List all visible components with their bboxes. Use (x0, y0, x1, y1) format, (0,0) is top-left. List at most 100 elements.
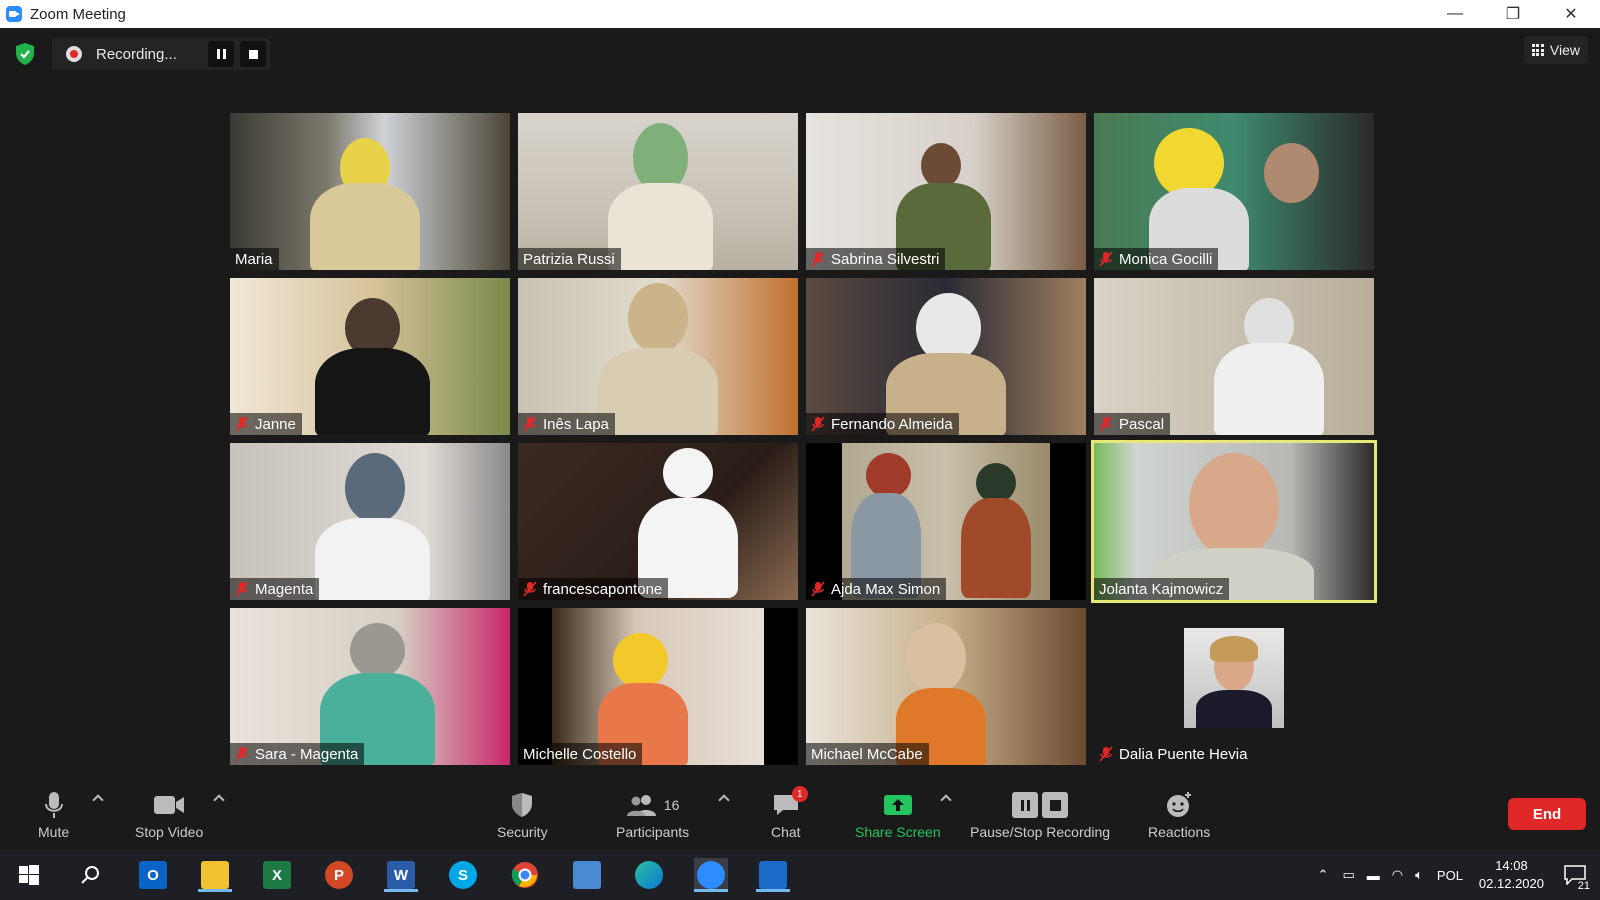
excel-icon[interactable]: X (260, 858, 294, 892)
minimize-button[interactable]: — (1426, 0, 1484, 28)
video-tile[interactable]: Dalia Puente Hevia (1094, 608, 1374, 765)
end-meeting-button[interactable]: End (1508, 798, 1586, 830)
windows-start-icon[interactable] (12, 858, 46, 892)
mute-options-caret[interactable] (92, 794, 104, 806)
volume-icon[interactable]: 🔈︎ (1415, 867, 1423, 883)
zoom-taskbar-icon[interactable] (694, 858, 728, 892)
battery-icon[interactable]: ▬ (1367, 868, 1380, 883)
muted-mic-icon (235, 416, 249, 432)
video-tile[interactable]: francescapontone (518, 443, 798, 600)
share-options-caret[interactable] (940, 794, 952, 806)
security-label: Security (497, 824, 548, 840)
participant-name: Janne (230, 413, 302, 435)
reactions-label: Reactions (1148, 824, 1211, 840)
participants-options-caret[interactable] (718, 794, 730, 806)
avatar (1184, 628, 1284, 728)
media-player-icon[interactable] (756, 858, 790, 892)
language-indicator[interactable]: POL (1437, 868, 1463, 883)
pause-icon (216, 49, 226, 59)
notifications-icon[interactable]: 21 (1558, 858, 1592, 892)
clock[interactable]: 14:08 02.12.2020 (1479, 857, 1544, 893)
chat-label: Chat (771, 824, 801, 840)
file-explorer-icon[interactable] (198, 858, 232, 892)
muted-mic-icon (235, 746, 249, 762)
chat-button[interactable]: 1 Chat (771, 786, 808, 840)
video-tile[interactable]: Maria (230, 113, 510, 270)
participant-name: Monica Gocilli (1094, 248, 1219, 270)
shield-icon[interactable] (14, 42, 36, 66)
window-title-bar: Zoom Meeting — ❐ ✕ (0, 0, 1600, 28)
tray-chevron-icon[interactable]: ⌃ (1318, 867, 1329, 883)
participant-name: Dalia Puente Hevia (1094, 743, 1253, 765)
view-label: View (1549, 42, 1580, 58)
clock-date: 02.12.2020 (1478, 876, 1544, 891)
video-tile[interactable]: Monica Gocilli (1094, 113, 1374, 270)
stop-video-button[interactable]: Stop Video (135, 790, 203, 840)
participant-name: Maria (230, 248, 279, 270)
recording-indicator: Recording... (52, 38, 270, 70)
participant-name: Michelle Costello (518, 743, 643, 765)
video-tile[interactable]: Patrizia Russi (518, 113, 798, 270)
skype-icon[interactable]: S (446, 858, 480, 892)
search-icon[interactable] (74, 858, 108, 892)
outlook-icon[interactable]: O (136, 858, 170, 892)
clock-time: 14:08 (1495, 858, 1528, 873)
participant-name: Pascal (1094, 413, 1171, 435)
video-tile[interactable]: Inês Lapa (518, 278, 798, 435)
participant-name: Fernando Almeida (806, 413, 959, 435)
muted-mic-icon (1099, 746, 1113, 762)
participants-count: 16 (663, 797, 680, 813)
video-tile[interactable]: Magenta (230, 443, 510, 600)
wifi-icon[interactable]: ◠ (1392, 867, 1403, 883)
system-tray: ⌃ ▭ ▬ ◠ 🔈︎ POL 14:08 02.12.2020 21 (1318, 850, 1600, 900)
video-tile[interactable]: Ajda Max Simon (806, 443, 1086, 600)
share-screen-button[interactable]: Share Screen (855, 790, 941, 840)
mute-button[interactable]: Mute (38, 790, 69, 840)
participants-icon (626, 795, 656, 816)
record-dot-icon (66, 46, 82, 62)
window-title: Zoom Meeting (30, 5, 126, 23)
video-tile[interactable]: Michelle Costello (518, 608, 798, 765)
grid-icon (1531, 44, 1544, 56)
meeting-area: Recording... View Maria Patrizia Russi S… (0, 28, 1600, 850)
meeting-toolbar: Mute Stop Video Security 16 Participants… (0, 782, 1600, 850)
pause-icon (1012, 792, 1039, 818)
participant-name: Sabrina Silvestri (806, 248, 946, 270)
muted-mic-icon (811, 581, 825, 597)
stop-recording-button[interactable] (240, 41, 266, 67)
video-tile[interactable]: Sara - Magenta (230, 608, 510, 765)
video-tile[interactable]: Janne (230, 278, 510, 435)
video-tile[interactable]: Fernando Almeida (806, 278, 1086, 435)
reactions-button[interactable]: Reactions (1148, 790, 1210, 840)
participants-button[interactable]: 16 Participants (616, 790, 689, 840)
video-tile[interactable]: Sabrina Silvestri (806, 113, 1086, 270)
powerpoint-icon[interactable]: P (322, 858, 356, 892)
participant-name: francescapontone (518, 578, 669, 600)
pause-stop-recording-button[interactable]: Pause/Stop Recording (970, 790, 1110, 840)
word-icon[interactable]: W (384, 858, 418, 892)
restore-button[interactable]: ❐ (1484, 0, 1542, 28)
muted-mic-icon (811, 416, 825, 432)
muted-mic-icon (1099, 251, 1113, 267)
meet-now-icon[interactable]: ▭ (1342, 867, 1354, 883)
muted-mic-icon (235, 581, 249, 597)
video-tile[interactable]: Michael McCabe (806, 608, 1086, 765)
video-tile[interactable]: Pascal (1094, 278, 1374, 435)
remote-desktop-icon[interactable] (570, 858, 604, 892)
recording-label: Recording... (96, 45, 177, 63)
active-speaker-tile[interactable]: Jolanta Kajmowicz (1091, 440, 1377, 603)
pause-recording-button[interactable] (208, 41, 234, 67)
view-button[interactable]: View (1523, 36, 1588, 64)
chat-badge: 1 (791, 786, 808, 802)
close-button[interactable]: ✕ (1542, 0, 1600, 28)
video-options-caret[interactable] (213, 794, 225, 806)
edge-icon[interactable] (632, 858, 666, 892)
chrome-icon[interactable] (508, 858, 542, 892)
microphone-icon (44, 792, 63, 818)
notifications-count: 21 (1575, 880, 1592, 892)
participant-name: Michael McCabe (806, 743, 929, 765)
security-button[interactable]: Security (497, 790, 548, 840)
participant-name: Magenta (230, 578, 320, 600)
zoom-app-icon (6, 6, 22, 22)
share-screen-label: Share Screen (855, 824, 941, 840)
